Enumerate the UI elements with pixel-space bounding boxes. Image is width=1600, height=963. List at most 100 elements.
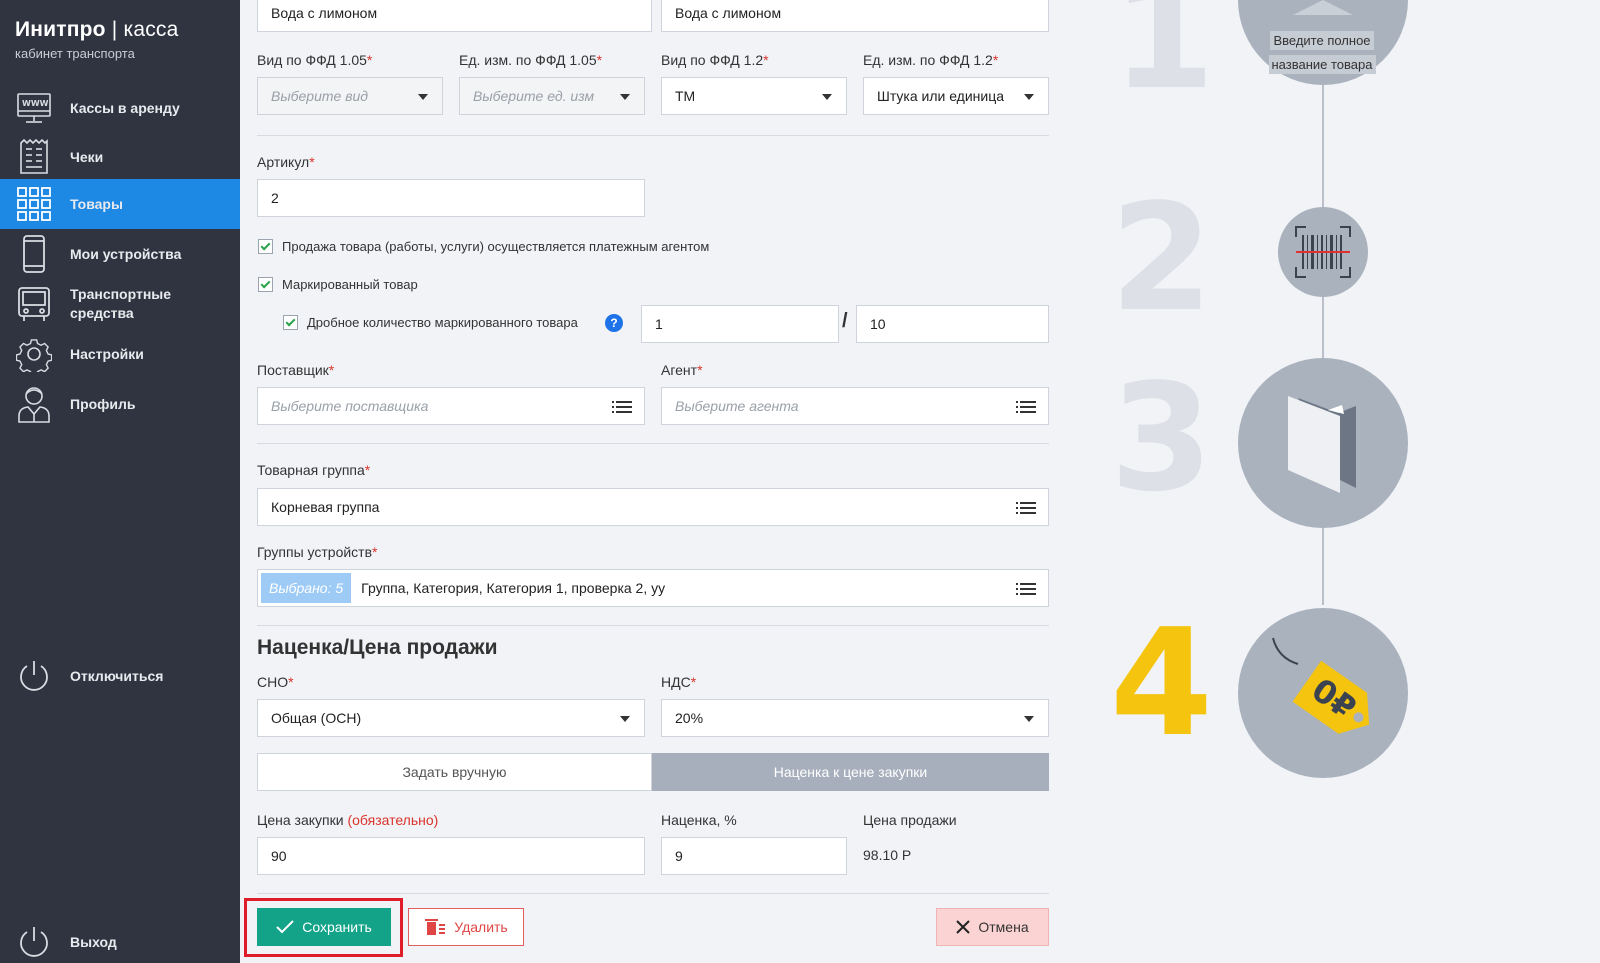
agent-select[interactable]: Выберите агента (661, 387, 1049, 425)
sno-select[interactable]: Общая (ОСН) (257, 699, 645, 737)
brand-product: касса (123, 18, 179, 41)
brand-name: Инитпро (15, 18, 106, 41)
power-icon (16, 924, 52, 960)
help-icon[interactable]: ? (605, 314, 623, 332)
supplier-select[interactable]: Выберите поставщика (257, 387, 645, 425)
step-number-4: 4 (1110, 597, 1213, 769)
markup-input[interactable]: 9 (661, 837, 847, 875)
sno-label: СНО* (257, 674, 294, 690)
device-groups-select[interactable]: Выбрано: 5 Группа, Категория, Категория … (257, 569, 1049, 607)
disconnect-label: Отключиться (70, 667, 164, 684)
pricing-section-title: Наценка/Цена продажи (257, 636, 498, 659)
chevron-down-icon (1024, 716, 1034, 722)
step-circle-2 (1278, 207, 1368, 297)
agent-label-text: Агент (661, 362, 698, 378)
sidebar-item-settings[interactable]: Настройки (0, 330, 240, 378)
fraction-numerator-input[interactable]: 1 (641, 305, 839, 343)
divider (257, 443, 1049, 444)
ffd105-unit-label-text: Ед. изм. по ФФД 1.05 (459, 52, 597, 68)
step-connector (1322, 290, 1324, 360)
required-mark: * (364, 462, 371, 478)
list-icon[interactable] (1016, 400, 1036, 414)
tab-markup-price[interactable]: Наценка к цене закупки (652, 753, 1049, 791)
fractional-label: Дробное количество маркированного товара (307, 315, 578, 330)
fraction-numerator-value: 1 (655, 316, 663, 332)
ffd105-type-select[interactable]: Выберите вид (257, 77, 443, 115)
trash-icon (425, 919, 446, 935)
step-circle-4: 0₽ (1238, 608, 1408, 778)
sidebar-item-products[interactable]: Товары (0, 179, 240, 229)
product-group-select[interactable]: Корневая группа (257, 488, 1049, 526)
product-group-label: Товарная группа* (257, 462, 370, 478)
agent-label: Агент* (661, 362, 703, 378)
sidebar-item-devices[interactable]: Мои устройства (0, 230, 240, 278)
sidebar-item-rent[interactable]: WWW Кассы в аренду (0, 84, 240, 132)
list-icon[interactable] (1016, 582, 1036, 596)
required-mark: * (366, 52, 373, 68)
purchase-price-label: Цена закупки (обязательно) (257, 812, 438, 828)
required-mark: * (690, 674, 697, 690)
cancel-button[interactable]: Отмена (936, 908, 1049, 946)
sno-label-text: СНО (257, 674, 289, 690)
sidebar-item-label: Мои устройства (70, 245, 182, 262)
purchase-price-label-text: Цена закупки (257, 812, 344, 828)
product-group-value: Корневая группа (271, 499, 380, 515)
fractional-checkbox[interactable] (283, 315, 298, 330)
disconnect-button[interactable]: Отключиться (0, 652, 240, 700)
tooltip-line-2: название товара (1268, 55, 1376, 74)
required-note: (обязательно) (347, 812, 439, 828)
logout-button[interactable]: Выход (0, 918, 240, 963)
brand-title: Инитпро | касса (15, 18, 178, 42)
required-mark: * (328, 362, 335, 378)
article-input[interactable]: 2 (257, 179, 645, 217)
step-connector (1322, 70, 1324, 210)
ffd12-type-select[interactable]: ТМ (661, 77, 847, 115)
ffd12-unit-value: Штука или единица (877, 88, 1005, 104)
folder-icon (1288, 396, 1356, 493)
svg-text:WWW: WWW (22, 99, 49, 108)
name-input[interactable]: Вода с лимоном (257, 0, 652, 32)
article-value: 2 (271, 190, 279, 206)
tab-manual-price[interactable]: Задать вручную (257, 753, 652, 791)
tab-manual-price-label: Задать вручную (402, 764, 507, 780)
sidebar-item-label: Товары (70, 195, 123, 212)
ffd105-type-label: Вид по ФФД 1.05* (257, 52, 372, 68)
save-button-label: Сохранить (302, 919, 372, 935)
chevron-down-icon (620, 716, 630, 722)
delete-button[interactable]: Удалить (408, 908, 524, 946)
step-number-1: 1 (1112, 0, 1215, 122)
bus-icon (16, 286, 52, 322)
fraction-denominator-input[interactable]: 10 (856, 305, 1049, 343)
price-tag-icon: 0₽ (1272, 637, 1370, 734)
ffd105-type-label-text: Вид по ФФД 1.05 (257, 52, 367, 68)
sidebar-item-label: Чеки (70, 148, 104, 165)
save-button[interactable]: Сохранить (257, 908, 391, 946)
sidebar-item-receipts[interactable]: Чеки (0, 133, 240, 181)
sidebar-item-vehicles[interactable]: Транспортные средства (0, 280, 240, 328)
nds-label: НДС* (661, 674, 696, 690)
selected-count-badge: Выбрано: 5 (261, 573, 352, 603)
sidebar-item-profile[interactable]: Профиль (0, 380, 240, 428)
logout-label: Выход (70, 933, 117, 950)
agent-sale-checkbox[interactable] (258, 239, 273, 254)
ffd12-unit-select[interactable]: Штука или единица (863, 77, 1049, 115)
required-mark: * (372, 544, 378, 560)
marked-checkbox[interactable] (258, 277, 273, 292)
list-icon[interactable] (612, 400, 632, 414)
nds-select[interactable]: 20% (661, 699, 1049, 737)
list-icon[interactable] (1016, 501, 1036, 515)
sidebar-item-label: Транспортные средства (70, 286, 172, 321)
purchase-price-input[interactable]: 90 (257, 837, 645, 875)
close-icon (956, 920, 971, 934)
sale-price-value: 98.10 Р (863, 847, 912, 863)
purchase-price-value: 90 (271, 848, 287, 864)
ffd105-unit-select[interactable]: Выберите ед. изм (459, 77, 645, 115)
marked-label: Маркированный товар (282, 277, 418, 292)
power-icon (16, 658, 52, 694)
required-mark: * (288, 674, 294, 690)
full-name-input[interactable]: Вода с лимоном (661, 0, 1049, 32)
phone-icon (16, 235, 52, 273)
chevron-down-icon (1024, 94, 1034, 100)
tab-markup-price-label: Наценка к цене закупки (773, 764, 928, 780)
grid-icon (16, 186, 52, 222)
